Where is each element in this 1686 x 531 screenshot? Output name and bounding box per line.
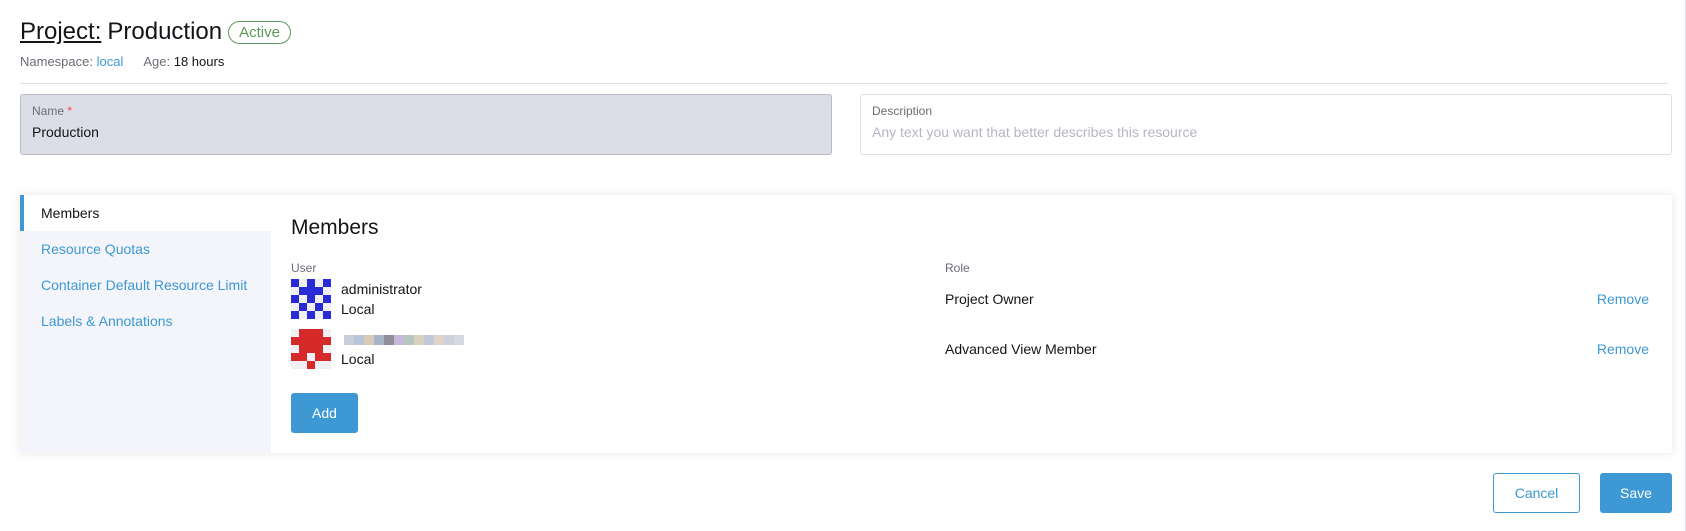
section-title: Members [291, 216, 379, 239]
tab-resource-quotas[interactable]: Resource Quotas [20, 231, 271, 267]
remove-link[interactable]: Remove [1597, 291, 1649, 307]
member-provider: Local [341, 351, 375, 367]
member-row: Local Advanced View Member Remove [291, 328, 1652, 374]
members-section: Members User Role administrator Local Pr… [271, 195, 1672, 453]
tabbed-panel: Members Resource Quotas Container Defaul… [20, 195, 1672, 453]
page-title: Production [107, 18, 223, 45]
name-label-text: Name [32, 104, 65, 118]
project-meta: Namespace: local Age: 18 hours [20, 54, 291, 69]
status-badge: Active [228, 20, 291, 44]
tab-members[interactable]: Members [20, 195, 271, 231]
avatar [291, 279, 331, 319]
description-field[interactable]: Description Any text you want that bette… [860, 94, 1672, 155]
member-provider: Local [341, 301, 375, 317]
redacted-username [344, 335, 464, 345]
column-header-user: User [291, 261, 317, 275]
description-placeholder: Any text you want that better describes … [872, 124, 1198, 140]
save-button[interactable]: Save [1600, 473, 1672, 513]
namespace-meta: Namespace: local [20, 54, 123, 69]
age-value: 18 hours [173, 54, 225, 69]
age-label: Age: [143, 54, 171, 69]
namespace-label: Namespace: [20, 54, 93, 69]
cancel-button[interactable]: Cancel [1493, 473, 1580, 513]
tab-labels-annotations[interactable]: Labels & Annotations [20, 303, 271, 339]
required-marker: * [67, 104, 73, 118]
title-row: Project: Production Active [20, 18, 291, 46]
page-header: Project: Production Active Namespace: lo… [20, 18, 291, 69]
member-row: administrator Local Project Owner Remove [291, 278, 1652, 324]
avatar [291, 329, 331, 369]
name-field[interactable]: Name * Production [20, 94, 832, 155]
header-divider [20, 83, 1668, 84]
description-label: Description [872, 104, 933, 118]
member-name: administrator [341, 281, 422, 297]
namespace-link[interactable]: local [97, 54, 124, 69]
member-role: Project Owner [945, 291, 1034, 307]
column-header-role: Role [945, 261, 970, 275]
tab-container-default-resource-limit[interactable]: Container Default Resource Limit [20, 267, 271, 303]
side-tabs: Members Resource Quotas Container Defaul… [20, 195, 271, 453]
remove-link[interactable]: Remove [1597, 341, 1649, 357]
add-member-button[interactable]: Add [291, 393, 358, 433]
name-value: Production [32, 124, 99, 140]
title-prefix-link[interactable]: Project: [20, 18, 101, 46]
member-role: Advanced View Member [945, 341, 1097, 357]
name-label: Name * [32, 104, 820, 118]
age-meta: Age: 18 hours [143, 54, 224, 69]
